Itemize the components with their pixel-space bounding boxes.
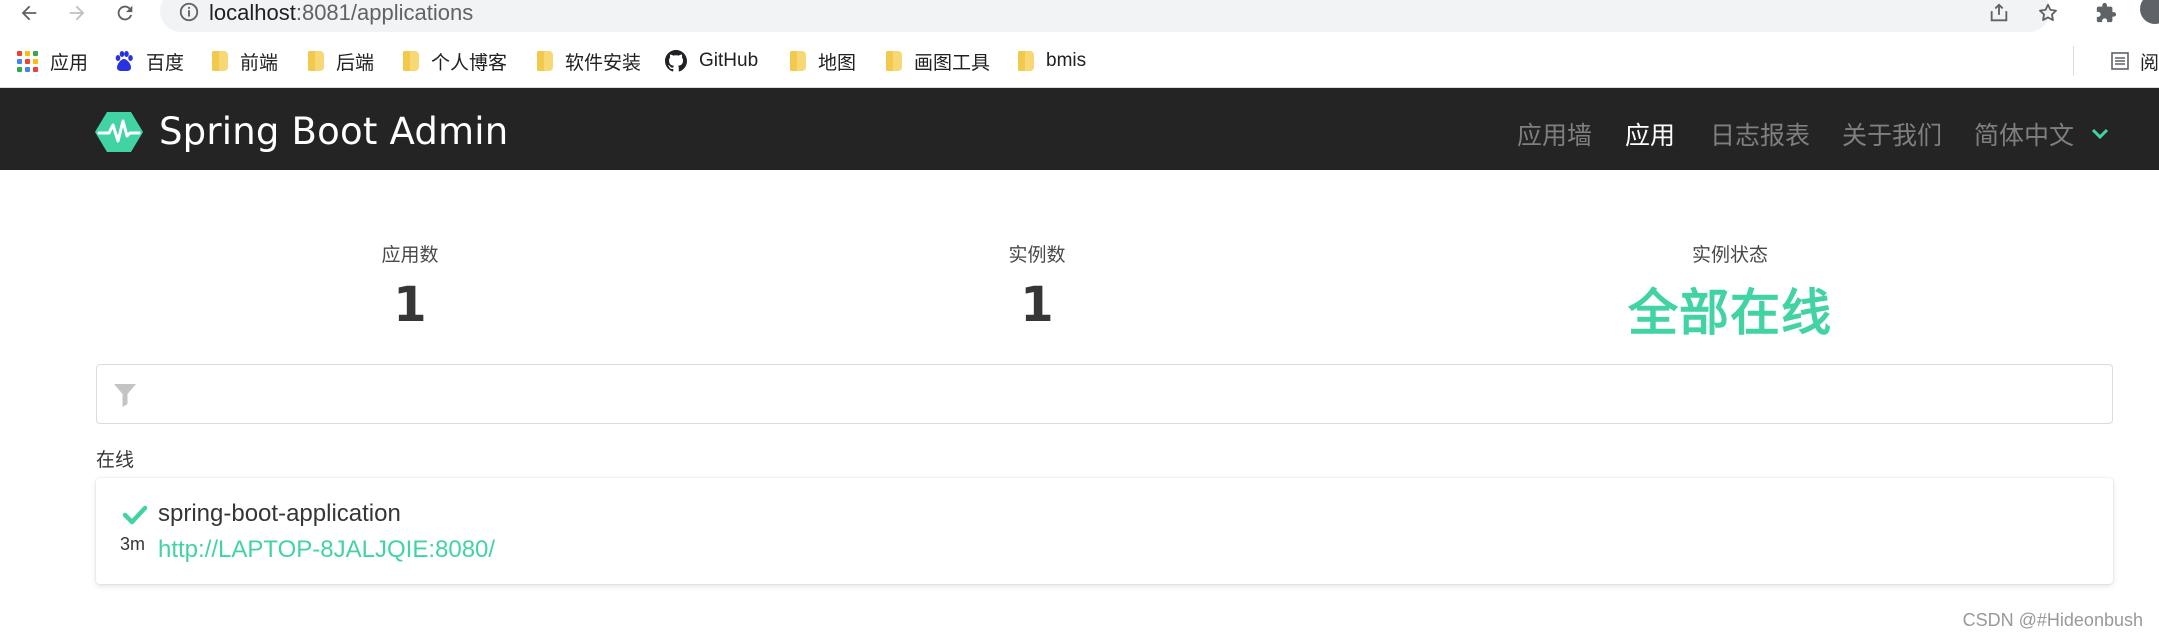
application-url-link[interactable]: http://LAPTOP-8JALJQIE:8080/: [158, 536, 495, 564]
bookmark-label: bmis: [1046, 50, 1087, 71]
filter-icon: [114, 384, 136, 407]
bookmark-folder-map[interactable]: 地图: [790, 48, 856, 74]
bookmark-label: 软件安装: [565, 52, 642, 74]
watermark: CSDN @#Hideonbush: [1962, 610, 2143, 630]
reading-list-icon: [2111, 52, 2129, 70]
share-icon[interactable]: [1984, 0, 2014, 26]
bookmark-github[interactable]: GitHub: [665, 48, 758, 74]
bookmarks-divider: [2073, 46, 2074, 76]
bookmark-folder-drawing[interactable]: 画图工具: [886, 48, 990, 74]
back-button[interactable]: [14, 0, 44, 26]
extensions-icon[interactable]: [2091, 0, 2121, 26]
check-icon: [122, 505, 148, 525]
url-host: localhost: [209, 0, 296, 25]
folder-icon: [212, 51, 228, 71]
browser-toolbar: localhost:8081/applications: [0, 0, 2159, 34]
stat-instances-label: 实例数: [1008, 245, 1066, 266]
bookmark-apps[interactable]: 应用: [17, 48, 88, 74]
brand-title: Spring Boot Admin: [159, 110, 509, 153]
stat-applications: 应用数 1: [310, 240, 510, 333]
language-label: 简体中文: [1974, 122, 2075, 150]
stat-status-value: 全部在线: [1628, 284, 1832, 342]
arrow-left-icon: [21, 5, 37, 21]
bookmark-label: 前端: [240, 52, 279, 74]
reading-list-label: 阅: [2140, 52, 2159, 74]
application-card[interactable]: 3m spring-boot-application http://LAPTOP…: [96, 478, 2113, 584]
filter-input[interactable]: [96, 364, 2113, 424]
bookmarks-bar: 应用 百度 前端 后端 个人博客 软件安装 GitHub 地图 画图工具 bmi…: [0, 34, 2159, 88]
bookmark-label: 后端: [336, 52, 375, 74]
url-path: :8081/applications: [295, 0, 474, 25]
reading-list-button[interactable]: 阅: [2110, 48, 2159, 74]
group-label-online: 在线: [96, 450, 135, 471]
bookmark-label: 个人博客: [431, 52, 508, 74]
nav-item-journal[interactable]: 日志报表: [1710, 116, 1810, 152]
bookmark-label: GitHub: [699, 50, 759, 71]
reload-icon: [117, 5, 133, 21]
reload-button[interactable]: [110, 0, 140, 26]
bookmark-label: 画图工具: [914, 52, 991, 74]
stat-instances-value: 1: [1020, 277, 1054, 333]
bookmark-folder-frontend[interactable]: 前端: [212, 48, 278, 74]
arrow-right-icon: [69, 5, 85, 21]
spring-boot-admin-logo-icon: [95, 111, 143, 152]
folder-icon: [886, 51, 902, 71]
url-text[interactable]: localhost:8081/applications: [209, 0, 473, 26]
stat-status-label: 实例状态: [1691, 245, 1768, 266]
language-dropdown[interactable]: 简体中文: [1974, 116, 2110, 152]
bookmark-label: 百度: [146, 52, 185, 74]
nav-item-wallboard[interactable]: 应用墙: [1517, 116, 1592, 152]
bookmark-folder-backend[interactable]: 后端: [308, 48, 374, 74]
apps-grid-icon: [17, 50, 38, 72]
nav-item-applications[interactable]: 应用: [1625, 116, 1675, 152]
bookmark-folder-bmis[interactable]: bmis: [1018, 48, 1086, 74]
site-info-icon[interactable]: [178, 1, 200, 28]
folder-icon: [1018, 51, 1034, 71]
forward-button[interactable]: [62, 0, 92, 26]
folder-icon: [537, 51, 553, 71]
bookmark-star-icon[interactable]: [2033, 0, 2063, 26]
chevron-down-icon: [2091, 128, 2109, 140]
stat-status: 实例状态 全部在线: [1580, 240, 1880, 345]
bookmark-folder-blog[interactable]: 个人博客: [403, 48, 507, 74]
bookmark-folder-software[interactable]: 软件安装: [537, 48, 641, 74]
stat-instances: 实例数 1: [937, 240, 1137, 333]
bookmark-baidu[interactable]: 百度: [114, 48, 184, 74]
baidu-icon: [115, 51, 133, 71]
application-name: spring-boot-application: [158, 500, 401, 527]
folder-icon: [308, 51, 324, 71]
folder-icon: [790, 51, 806, 71]
folder-icon: [403, 51, 419, 71]
sba-navbar: Spring Boot Admin 应用墙 应用 日志报表 关于我们 简体中文: [0, 88, 2159, 170]
stat-applications-label: 应用数: [381, 245, 439, 266]
brand-link[interactable]: Spring Boot Admin: [95, 110, 508, 153]
github-icon: [665, 50, 687, 72]
bookmark-label: 地图: [818, 52, 857, 74]
stat-applications-value: 1: [393, 277, 427, 333]
application-uptime: 3m: [120, 534, 146, 554]
bookmark-label: 应用: [50, 52, 89, 74]
nav-item-about[interactable]: 关于我们: [1842, 116, 1942, 152]
profile-avatar-icon[interactable]: [2140, 0, 2159, 24]
